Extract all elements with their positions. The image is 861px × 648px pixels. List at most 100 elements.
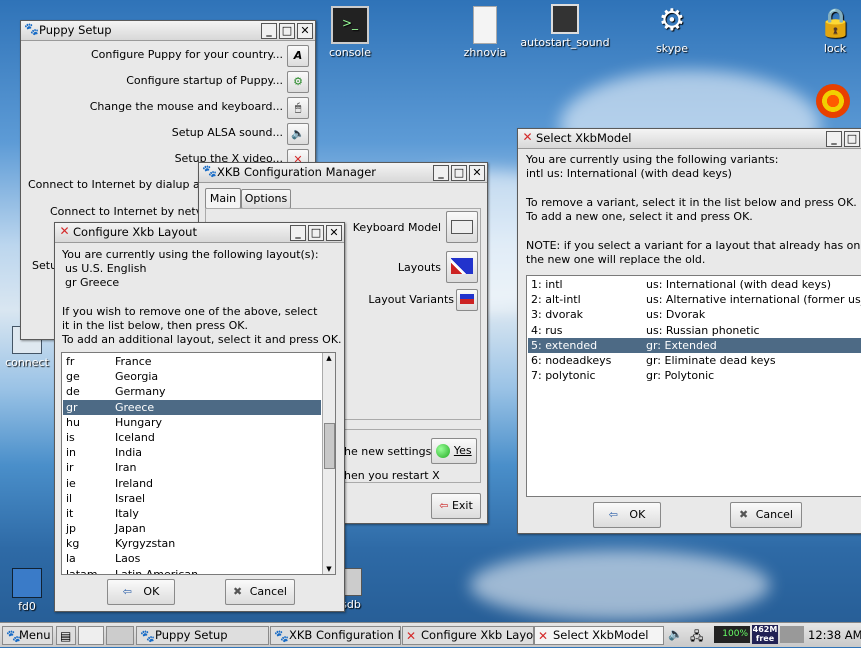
list-item[interactable]: fr France	[63, 354, 321, 369]
keyboard-model-button[interactable]	[446, 211, 478, 243]
list-item[interactable]: de Germany	[63, 384, 321, 399]
titlebar[interactable]: 🐾 Puppy Setup _ □ ✕	[21, 21, 315, 41]
cancel-button[interactable]: ✖ Cancel	[225, 579, 295, 605]
layout-name: Ireland	[115, 476, 154, 490]
desktop-icon-zhnovia[interactable]: zhnovia	[450, 6, 520, 59]
task-xkb-model[interactable]: ✕ Select XkbModel	[534, 626, 664, 645]
setup-item-network[interactable]: Connect to Internet by netv	[50, 205, 202, 218]
list-item[interactable]: ir Iran	[63, 460, 321, 475]
setup-item-mouse-keyboard[interactable]: Change the mouse and keyboard...	[90, 100, 283, 113]
layout-list[interactable]: fr France ge Georgia de Germany gr Greece hu Hung…	[61, 352, 336, 575]
layouts-button[interactable]	[446, 251, 478, 283]
list-item[interactable]: il Israel	[63, 491, 321, 506]
layout-variants-button[interactable]	[456, 289, 478, 311]
task-puppy-setup[interactable]: 🐾 Puppy Setup	[136, 626, 269, 645]
desktop-icon-label: fd0	[18, 600, 36, 613]
maximize-button[interactable]: □	[844, 131, 860, 147]
workspace-1[interactable]	[78, 626, 104, 645]
layout-name: Germany	[115, 385, 166, 399]
variant-list[interactable]: 1: intl us: International (with dead keys…	[526, 275, 861, 497]
quick-launch-icon[interactable]: ▤	[56, 626, 76, 645]
menu-button[interactable]: 🐾 Menu	[2, 626, 53, 645]
desktop-icon-autostart[interactable]: autostart_sound	[520, 4, 610, 49]
layout-name: Iran	[115, 461, 137, 475]
list-item[interactable]: ie Ireland	[63, 476, 321, 491]
list-item[interactable]: 5: extended gr: Extended	[528, 337, 861, 353]
list-item[interactable]: 2: alt-intl us: Alternative international…	[528, 292, 861, 307]
arrow-left-icon: ⇦	[608, 508, 618, 521]
scroll-up-arrow[interactable]: ▲	[323, 353, 335, 363]
tab-options[interactable]: Options	[241, 189, 291, 209]
task-xkb-manager[interactable]: 🐾 XKB Configuration M	[270, 626, 401, 645]
desktop-icon-console[interactable]: >_ console	[315, 6, 385, 59]
close-button[interactable]: ✕	[297, 23, 313, 39]
green-ball-icon	[436, 444, 451, 458]
titlebar[interactable]: ✕ Configure Xkb Layout _ □ ✕	[55, 223, 344, 243]
flag-icon	[451, 258, 473, 274]
minimize-button[interactable]: _	[433, 165, 449, 181]
titlebar[interactable]: ✕ Select XkbModel _ □	[518, 129, 861, 149]
maximize-button[interactable]: □	[279, 23, 295, 39]
list-item[interactable]: it Italy	[63, 506, 321, 521]
speaker-icon[interactable]: 🔈	[287, 123, 309, 145]
cancel-button[interactable]: ✖ Cancel	[730, 502, 802, 528]
taskbar: 🐾 Menu ▤ 🐾 Puppy Setup 🐾 XKB Configurati…	[0, 622, 861, 647]
layout-name: Italy	[115, 506, 139, 520]
desktop-icon-lock[interactable]: 🔒 lock	[800, 6, 861, 55]
maximize-button[interactable]: □	[451, 165, 467, 181]
yes-button[interactable]: Yes	[431, 438, 477, 464]
desktop-icon-fd0[interactable]: fd0	[0, 568, 62, 613]
minimize-button[interactable]: _	[290, 225, 306, 241]
list-item[interactable]: is Iceland	[63, 430, 321, 445]
maximize-button[interactable]: □	[308, 225, 324, 241]
list-item[interactable]: in India	[63, 445, 321, 460]
desktop-icon-skype[interactable]: ⚙ skype	[637, 3, 707, 56]
list-item[interactable]: hu Hungary	[63, 415, 321, 430]
gear-icon: ⚙	[658, 3, 686, 38]
puppy-icon: 🐾	[6, 629, 21, 643]
ok-button[interactable]: ⇦ OK	[593, 502, 661, 528]
list-item[interactable]: jp Japan	[63, 521, 321, 536]
keyboard-a-icon[interactable]: A	[287, 45, 309, 67]
list-item[interactable]: 4: rus us: Russian phonetic	[528, 323, 861, 338]
task-xkb-layout[interactable]: ✕ Configure Xkb Layo	[402, 626, 534, 645]
scrollbar-thumb[interactable]	[324, 423, 335, 469]
minimize-button[interactable]: _	[826, 131, 842, 147]
list-item[interactable]: 6: nodeadkeys gr: Eliminate dead keys	[528, 353, 861, 368]
exit-button[interactable]: ⇦ Exit	[431, 493, 481, 519]
layout-code: ir	[66, 461, 74, 475]
lock-icon: 🔒	[818, 6, 853, 39]
layout-code: in	[66, 446, 77, 460]
list-item[interactable]: 7: polytonic gr: Polytonic	[528, 368, 861, 383]
layout-name: Iceland	[115, 430, 155, 444]
list-item[interactable]: la Laos	[63, 551, 321, 566]
mouse-icon[interactable]: 🖱	[287, 97, 309, 119]
scrollbar[interactable]: ▲ ▼	[322, 353, 335, 574]
setup-item-country[interactable]: Configure Puppy for your country...	[91, 48, 283, 61]
minimize-button[interactable]: _	[261, 23, 277, 39]
list-item[interactable]: 1: intl us: International (with dead keys…	[528, 277, 861, 292]
close-button[interactable]: ✕	[326, 225, 342, 241]
layout-name: France	[115, 355, 152, 368]
current-variant: intl us: International (with dead keys)	[526, 167, 732, 180]
target-icon[interactable]	[816, 84, 850, 118]
setup-item-startup[interactable]: Configure startup of Puppy...	[126, 74, 283, 87]
network-icon[interactable]: 🖧	[690, 627, 703, 648]
titlebar[interactable]: 🐾 XKB Configuration Manager _ □ ✕	[199, 163, 487, 183]
setup-item-dialup[interactable]: Connect to Internet by dialup ar	[28, 178, 204, 191]
scroll-down-arrow[interactable]: ▼	[323, 564, 335, 574]
workspace-2[interactable]	[106, 626, 134, 645]
list-item[interactable]: latam Latin American	[63, 567, 321, 574]
setup-item-alsa[interactable]: Setup ALSA sound...	[172, 126, 283, 139]
ok-button[interactable]: ⇦ OK	[107, 579, 175, 605]
tab-main[interactable]: Main	[205, 188, 241, 209]
list-item[interactable]: 3: dvorak us: Dvorak	[528, 307, 861, 322]
layout-code: de	[66, 385, 80, 399]
chip-icon[interactable]: ⚙	[287, 71, 309, 93]
close-button[interactable]: ✕	[469, 165, 485, 181]
volume-icon[interactable]: 🔈	[668, 627, 683, 641]
clock[interactable]: 12:38 AM	[808, 628, 861, 642]
list-item[interactable]: gr Greece	[63, 399, 321, 415]
list-item[interactable]: ge Georgia	[63, 369, 321, 384]
list-item[interactable]: kg Kyrgyzstan	[63, 536, 321, 551]
